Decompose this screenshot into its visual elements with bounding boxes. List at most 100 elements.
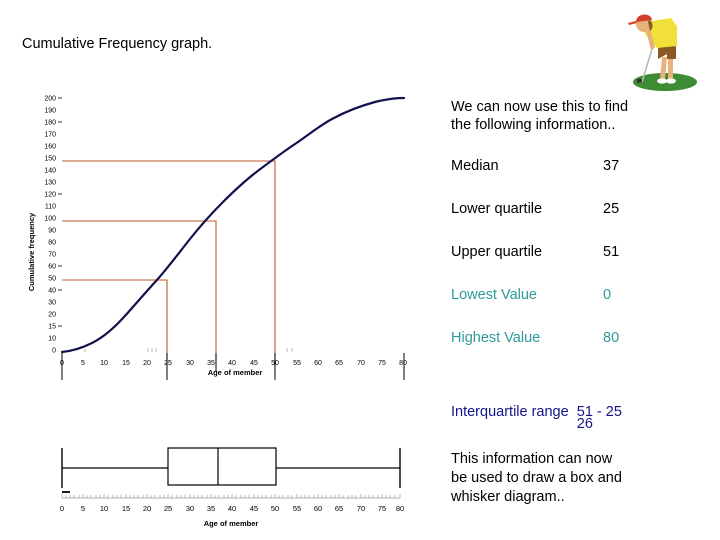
cf-y-axis-label: Cumulative frequency: [27, 212, 36, 291]
svg-text:55: 55: [293, 360, 301, 367]
golfer-leg-front: [668, 57, 673, 80]
svg-text:130: 130: [44, 180, 56, 187]
svg-text:60: 60: [314, 360, 322, 367]
svg-text:10: 10: [48, 336, 56, 343]
golfer-cap-brim: [628, 21, 637, 25]
page-title: Cumulative Frequency graph.: [22, 36, 213, 52]
cf-chart-svg: Cumulative frequency 200 190 180 170 160…: [27, 96, 407, 380]
svg-text:160: 160: [44, 144, 56, 151]
svg-text:100: 100: [44, 216, 56, 223]
cf-x-axis-minor-ticks: [84, 348, 293, 352]
svg-text:10: 10: [100, 360, 108, 367]
svg-text:60: 60: [314, 504, 322, 513]
svg-text:5: 5: [81, 504, 85, 513]
median-construction-line: [62, 220, 217, 363]
intro-line-2: the following information..: [451, 117, 616, 133]
stat-row-highest-value: Highest Value 80: [451, 330, 713, 373]
svg-text:20: 20: [48, 312, 56, 319]
svg-text:75: 75: [378, 360, 386, 367]
svg-text:140: 140: [44, 168, 56, 175]
svg-text:45: 45: [250, 504, 258, 513]
stat-value-highest-value: 80: [603, 330, 620, 346]
svg-text:40: 40: [228, 504, 236, 513]
iqr-answer: 26: [576, 416, 593, 432]
stat-label-lower-quartile: Lower quartile: [451, 201, 543, 217]
svg-text:30: 30: [186, 360, 194, 367]
svg-text:50: 50: [48, 276, 56, 283]
interquartile-range-row: Interquartile range 26 51 - 25: [451, 404, 622, 432]
boxplot-x-axis-label: Age of member: [204, 519, 259, 528]
svg-text:15: 15: [122, 360, 130, 367]
svg-text:80: 80: [48, 240, 56, 247]
svg-text:50: 50: [271, 504, 279, 513]
svg-text:40: 40: [228, 360, 236, 367]
svg-text:10: 10: [100, 504, 108, 513]
golfer-shoe-back: [657, 78, 667, 84]
construction-lines: [62, 160, 276, 363]
svg-text:190: 190: [44, 108, 56, 115]
svg-text:35: 35: [207, 504, 215, 513]
svg-text:5: 5: [81, 360, 85, 367]
svg-text:180: 180: [44, 120, 56, 127]
svg-text:75: 75: [378, 504, 386, 513]
svg-text:40: 40: [48, 288, 56, 295]
svg-text:65: 65: [335, 360, 343, 367]
svg-text:55: 55: [293, 504, 301, 513]
svg-text:15: 15: [122, 504, 130, 513]
intro-text: We can now use this to find the followin…: [451, 98, 713, 134]
slide-canvas: Cumulative Frequency graph. Cumulative f…: [0, 0, 720, 540]
cumulative-frequency-chart: Cumulative frequency 200 190 180 170 160…: [0, 82, 440, 387]
intro-line-1: We can now use this to find: [451, 99, 629, 115]
stat-label-upper-quartile: Upper quartile: [451, 244, 543, 260]
stat-row-lowest-value: Lowest Value 0: [451, 287, 713, 330]
cf-x-axis-label: Age of member: [208, 368, 263, 377]
svg-text:35: 35: [207, 360, 215, 367]
cumulative-frequency-curve: [60, 96, 406, 354]
box-iqr: [167, 447, 277, 486]
stat-value-lowest-value: 0: [603, 287, 612, 303]
boxplot-axis-ticks: [61, 494, 401, 499]
stat-label-highest-value: Highest Value: [451, 330, 541, 346]
svg-text:25: 25: [164, 360, 172, 367]
svg-text:70: 70: [357, 360, 365, 367]
stat-row-median: Median 37: [451, 158, 713, 201]
svg-text:80: 80: [399, 360, 407, 367]
svg-text:20: 20: [143, 504, 151, 513]
svg-text:70: 70: [48, 252, 56, 259]
stat-row-upper-quartile: Upper quartile 51: [451, 244, 713, 287]
boxplot-axis-labels: 0 5 10 15 20 25 30 35 40 45 50 55 60 65 …: [60, 504, 404, 513]
golfer-shoe-front: [666, 78, 676, 84]
closing-text: This information can now be used to draw…: [451, 450, 701, 507]
svg-text:120: 120: [44, 192, 56, 199]
info-panel: We can now use this to find the followin…: [451, 98, 713, 373]
closing-line-3: whisker diagram..: [451, 489, 565, 505]
svg-text:65: 65: [335, 504, 343, 513]
stat-value-median: 37: [603, 158, 620, 174]
box-and-whisker-diagram: 0 5 10 15 20 25 30 35 40 45 50 55 60 65 …: [0, 428, 440, 538]
stat-row-lower-quartile: Lower quartile 25: [451, 201, 713, 244]
svg-text:25: 25: [164, 504, 172, 513]
stat-value-lower-quartile: 25: [603, 201, 620, 217]
stat-label-lowest-value: Lowest Value: [451, 287, 537, 303]
svg-text:110: 110: [45, 204, 56, 211]
cf-y-axis-ticks: 200 190 180 170 160 150 140 130 120 110 …: [44, 96, 62, 355]
boxplot-svg: 0 5 10 15 20 25 30 35 40 45 50 55 60 65 …: [60, 447, 404, 528]
svg-text:30: 30: [186, 504, 194, 513]
svg-text:70: 70: [357, 504, 365, 513]
golfer-clipart-icon: [615, 4, 715, 96]
golfer-illustration: [628, 14, 697, 91]
svg-text:80: 80: [396, 504, 404, 513]
closing-line-2: be used to draw a box and: [451, 470, 622, 486]
svg-text:20: 20: [143, 360, 151, 367]
svg-text:45: 45: [250, 360, 258, 367]
svg-text:170: 170: [44, 132, 56, 139]
svg-text:200: 200: [44, 96, 56, 103]
iqr-label: Interquartile range: [451, 404, 569, 420]
cf-x-axis-ticks: 0 5 10 15 20 25 30 35 40 45 50 55 60 65 …: [60, 360, 407, 367]
svg-text:90: 90: [48, 228, 56, 235]
svg-text:0: 0: [60, 504, 64, 513]
closing-line-1: This information can now: [451, 451, 613, 467]
svg-text:0: 0: [52, 348, 56, 355]
lower-quartile-construction-line: [62, 279, 168, 363]
svg-text:15: 15: [48, 324, 56, 331]
